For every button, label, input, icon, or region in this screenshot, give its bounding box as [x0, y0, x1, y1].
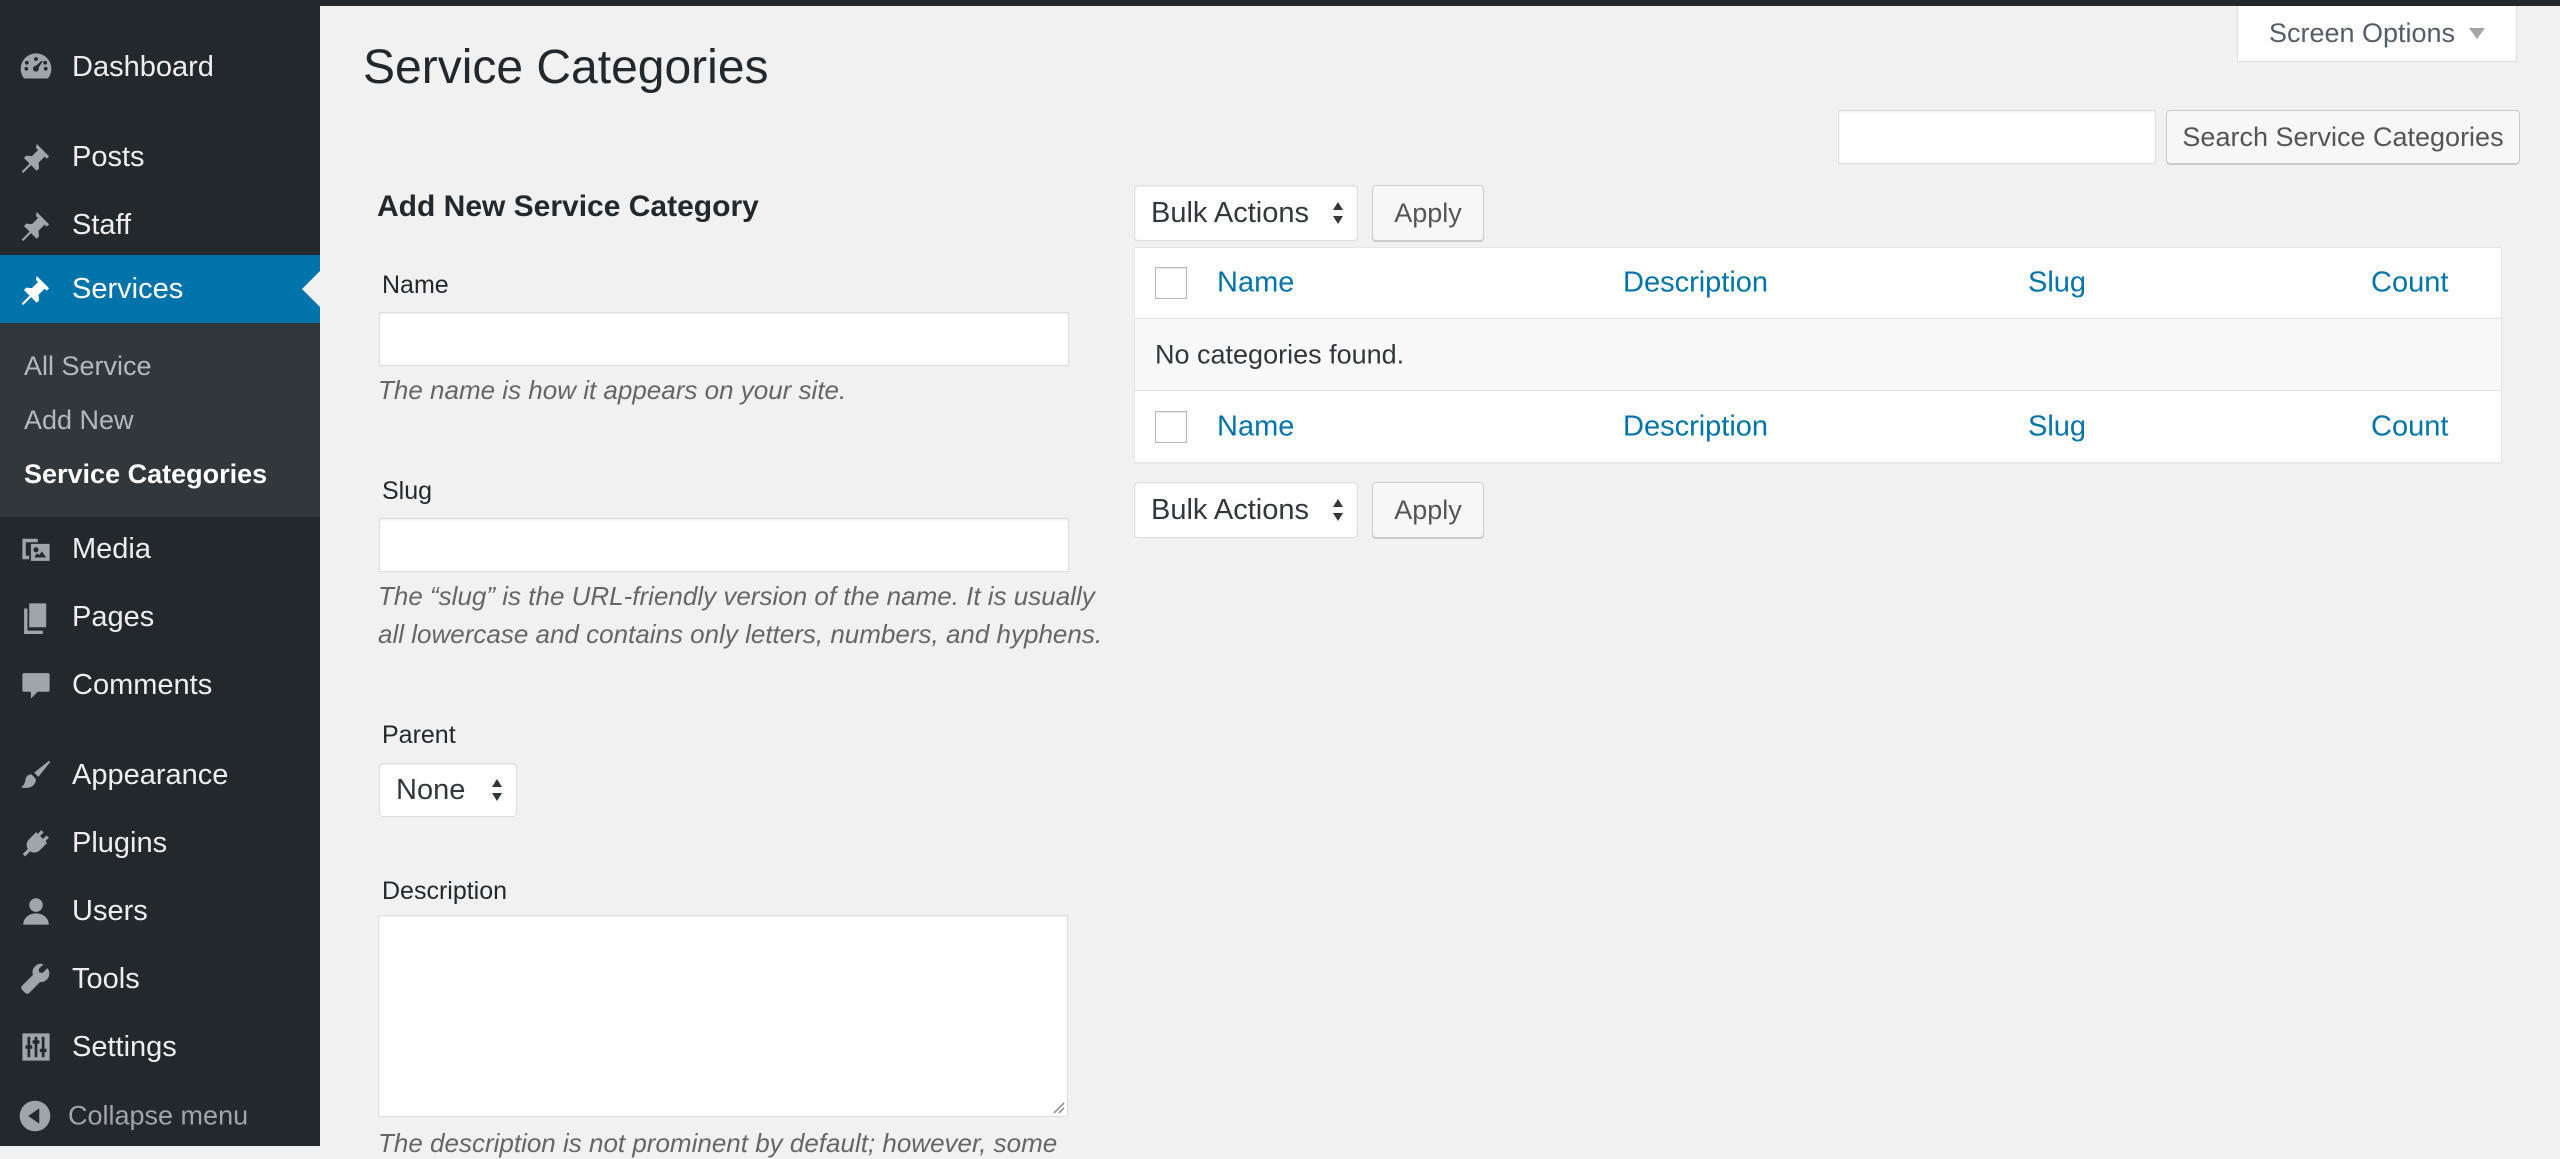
- column-footer-description[interactable]: Description: [1623, 410, 1768, 443]
- name-hint: The name is how it appears on your site.: [378, 375, 847, 405]
- sidebar-item-users[interactable]: Users: [0, 883, 320, 939]
- sidebar-item-services[interactable]: Services: [0, 255, 320, 323]
- column-header-description[interactable]: Description: [1623, 267, 1768, 300]
- pin-icon: [18, 139, 54, 175]
- name-field[interactable]: [379, 312, 1069, 366]
- description-textarea[interactable]: [378, 915, 1068, 1117]
- pin-icon: [18, 207, 54, 243]
- sliders-icon: [18, 1029, 54, 1065]
- bulk-actions-value: Bulk Actions: [1151, 196, 1309, 229]
- screen-options-label: Screen Options: [2268, 18, 2456, 48]
- sidebar-item-label: Services: [72, 272, 184, 305]
- sidebar-item-settings[interactable]: Settings: [0, 1019, 320, 1075]
- admin-top-bar: [0, 0, 2560, 6]
- sidebar-item-label: Pages: [72, 600, 155, 633]
- column-footer-slug[interactable]: Slug: [2028, 410, 2086, 443]
- table-row: No categories found.: [1135, 319, 2501, 391]
- sidebar-item-posts[interactable]: Posts: [0, 129, 320, 185]
- collapse-menu-label: Collapse menu: [68, 1100, 249, 1131]
- add-new-category-heading: Add New Service Category: [377, 190, 759, 223]
- sidebar-item-pages[interactable]: Pages: [0, 589, 320, 645]
- bulk-actions-select-bottom[interactable]: Bulk Actions: [1134, 482, 1358, 538]
- collapse-arrow-icon: [19, 1100, 51, 1132]
- sidebar-item-dashboard[interactable]: Dashboard: [0, 39, 320, 95]
- pages-icon: [18, 599, 54, 635]
- caret-down-icon: [2469, 28, 2486, 39]
- comment-icon: [18, 667, 54, 703]
- page-title: Service Categories: [363, 41, 769, 94]
- select-updown-icon: [1333, 499, 1343, 521]
- sidebar-item-label: Appearance: [72, 758, 229, 791]
- sidebar-item-label: Users: [72, 894, 148, 927]
- slug-hint: The “slug” is the URL-friendly version o…: [378, 581, 1103, 649]
- parent-select[interactable]: None: [379, 763, 517, 817]
- name-field-label: Name: [382, 271, 449, 299]
- categories-table: Name Description Slug Count No categorie…: [1134, 247, 2502, 463]
- sidebar-item-plugins[interactable]: Plugins: [0, 815, 320, 871]
- sidebar-item-label: Dashboard: [72, 50, 214, 83]
- description-hint: The description is not prominent by defa…: [378, 1128, 1058, 1158]
- sidebar-item-label: Plugins: [72, 826, 168, 859]
- column-header-name[interactable]: Name: [1217, 267, 1294, 300]
- table-header-row: Name Description Slug Count: [1135, 248, 2501, 319]
- pin-icon: [18, 271, 54, 307]
- sidebar-item-label: Tools: [72, 962, 140, 995]
- empty-table-message: No categories found.: [1155, 339, 1405, 369]
- description-field-label: Description: [382, 877, 508, 905]
- search-categories-input[interactable]: [1838, 110, 2156, 164]
- select-all-checkbox[interactable]: [1155, 267, 1187, 299]
- submenu-item-add-new[interactable]: Add New: [24, 405, 134, 436]
- sidebar-item-label: Staff: [72, 208, 132, 241]
- services-submenu: All Service Add New Service Categories: [0, 323, 320, 517]
- resize-grip-icon[interactable]: [1051, 1100, 1065, 1114]
- select-updown-icon: [1333, 202, 1343, 224]
- sidebar-item-appearance[interactable]: Appearance: [0, 747, 320, 803]
- column-header-count[interactable]: Count: [2371, 267, 2448, 300]
- apply-button-top[interactable]: Apply: [1372, 185, 1484, 241]
- sidebar-item-comments[interactable]: Comments: [0, 657, 320, 713]
- column-footer-count[interactable]: Count: [2371, 410, 2448, 443]
- collapse-menu-button[interactable]: Collapse menu: [0, 1088, 320, 1144]
- submenu-item-all-service[interactable]: All Service: [24, 351, 152, 382]
- sidebar-item-label: Media: [72, 532, 151, 565]
- slug-field[interactable]: [379, 518, 1069, 572]
- select-all-checkbox-footer[interactable]: [1155, 410, 1187, 443]
- brush-icon: [18, 757, 54, 793]
- bulk-actions-value: Bulk Actions: [1151, 493, 1309, 526]
- slug-field-label: Slug: [382, 477, 433, 505]
- apply-button-bottom[interactable]: Apply: [1372, 482, 1484, 538]
- parent-select-value: None: [396, 773, 466, 806]
- wrench-icon: [18, 961, 54, 997]
- active-indicator-arrow: [302, 271, 320, 307]
- submenu-item-service-categories[interactable]: Service Categories: [24, 459, 267, 490]
- screen-options-button[interactable]: Screen Options: [2237, 6, 2517, 62]
- table-footer-row: Name Description Slug Count: [1135, 391, 2501, 462]
- column-footer-name[interactable]: Name: [1217, 410, 1294, 443]
- user-icon: [18, 893, 54, 929]
- parent-field-label: Parent: [382, 721, 456, 749]
- bulk-actions-select-top[interactable]: Bulk Actions: [1134, 185, 1358, 241]
- sidebar-item-label: Settings: [72, 1030, 177, 1063]
- sidebar-item-tools[interactable]: Tools: [0, 951, 320, 1007]
- search-categories-button[interactable]: Search Service Categories: [2166, 110, 2520, 164]
- plug-icon: [18, 825, 54, 861]
- column-header-slug[interactable]: Slug: [2028, 267, 2086, 300]
- sidebar-item-media[interactable]: Media: [0, 521, 320, 577]
- sidebar-item-label: Posts: [72, 140, 145, 173]
- select-updown-icon: [492, 779, 502, 801]
- media-icon: [18, 531, 54, 567]
- admin-sidebar: Dashboard Posts Staff Services All Servi…: [0, 6, 320, 1146]
- sidebar-item-staff[interactable]: Staff: [0, 197, 320, 253]
- dashboard-icon: [18, 49, 54, 85]
- sidebar-item-label: Comments: [72, 668, 213, 701]
